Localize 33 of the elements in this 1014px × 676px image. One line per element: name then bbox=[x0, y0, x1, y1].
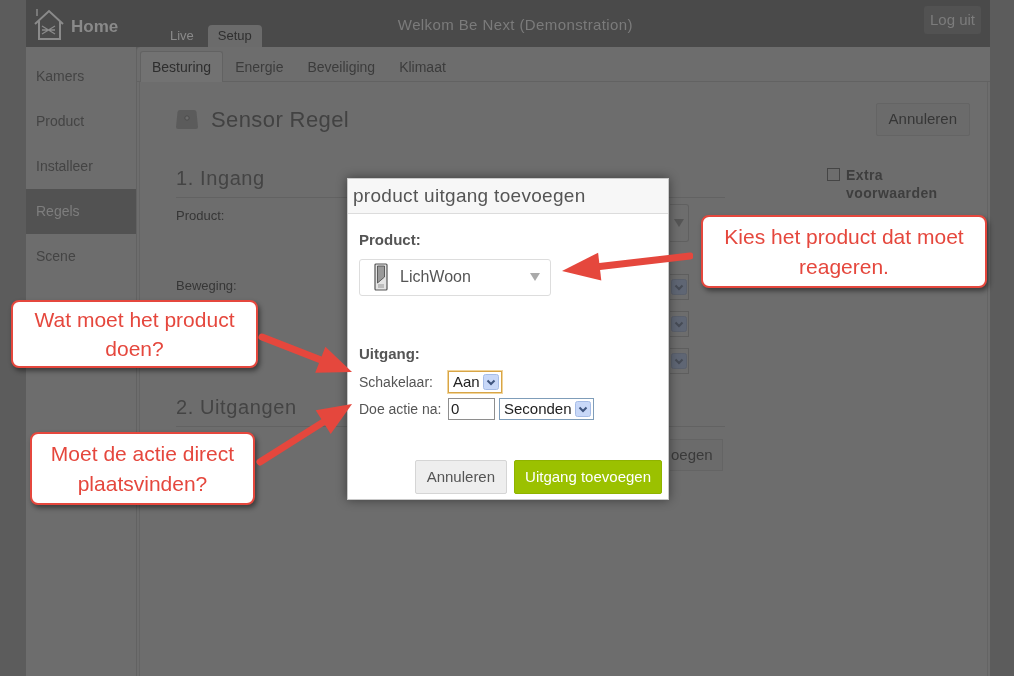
select-field[interactable] bbox=[670, 311, 689, 337]
field-label: Doe actie na: bbox=[359, 399, 443, 419]
select-field[interactable]: Seconden bbox=[499, 398, 594, 420]
sensor-icon bbox=[176, 108, 198, 130]
sub-tab[interactable]: Besturing bbox=[140, 51, 224, 82]
house-logo-icon bbox=[33, 7, 65, 40]
callout: Moet de actie direct plaatsvinden? bbox=[30, 432, 255, 505]
callout: Wat moet het product doen? bbox=[11, 300, 258, 368]
cancel-button[interactable]: Annuleren bbox=[414, 460, 508, 494]
select-field[interactable] bbox=[670, 348, 689, 374]
add-output-button[interactable]: Uitgang toevoegen bbox=[514, 460, 662, 494]
caret-icon bbox=[674, 219, 684, 227]
select-field[interactable] bbox=[670, 274, 689, 300]
checkbox[interactable] bbox=[827, 168, 840, 181]
field-label: Uitgang: bbox=[359, 343, 420, 364]
light-switch-icon bbox=[374, 263, 388, 291]
chevron-icon bbox=[671, 353, 687, 369]
input-field[interactable]: 0 bbox=[448, 398, 495, 420]
chevron-icon bbox=[482, 374, 499, 390]
chevron-icon bbox=[574, 401, 591, 417]
product-select[interactable]: LichWoon bbox=[359, 258, 551, 296]
field-label: Beweging: bbox=[176, 277, 237, 295]
chevron-icon bbox=[671, 316, 687, 332]
logo-text: Home bbox=[71, 15, 119, 38]
chevron-icon bbox=[671, 279, 687, 295]
caret-icon bbox=[530, 273, 540, 281]
field-label: Schakelaar: bbox=[359, 372, 434, 392]
select-field[interactable] bbox=[670, 204, 689, 242]
field-label: Product: bbox=[359, 230, 421, 250]
select-field[interactable]: Aan bbox=[448, 371, 502, 393]
nav-tab[interactable]: Live bbox=[160, 25, 204, 47]
nav-tab[interactable]: Setup bbox=[207, 25, 262, 47]
callout: Kies het product dat moet reageren. bbox=[701, 215, 987, 288]
